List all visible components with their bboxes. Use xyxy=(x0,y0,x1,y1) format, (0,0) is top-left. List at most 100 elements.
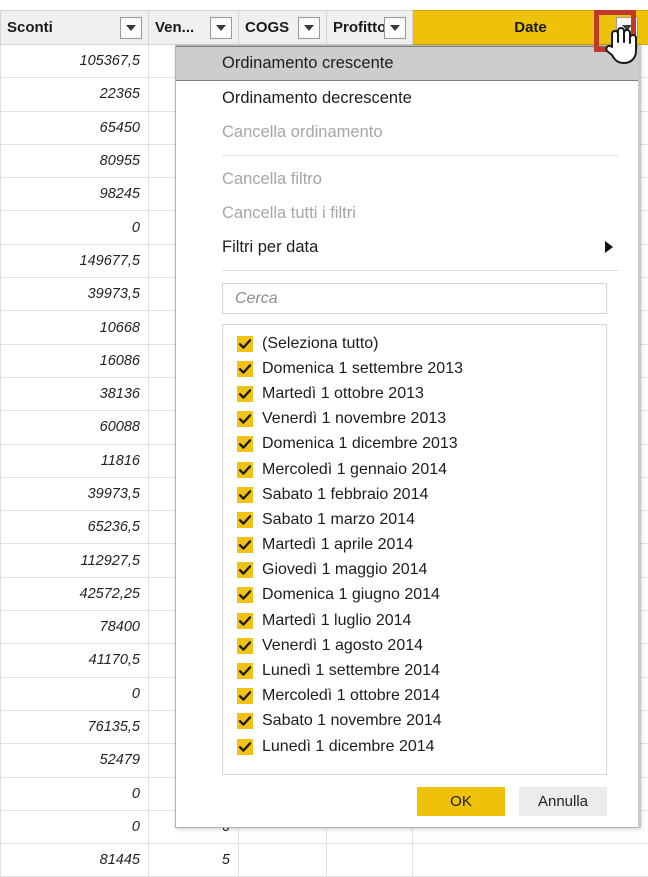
checkmark-icon xyxy=(238,488,252,502)
column-header-label: COGS xyxy=(245,19,289,36)
filter-dropdown-button-sconti[interactable] xyxy=(120,17,142,39)
table-cell-sconti: 149677,5 xyxy=(1,244,149,277)
list-item[interactable]: Domenica 1 dicembre 2013 xyxy=(223,432,606,457)
list-item[interactable]: Domenica 1 settembre 2013 xyxy=(223,356,606,381)
chevron-down-icon xyxy=(126,25,136,31)
checkmark-icon xyxy=(238,563,252,577)
table-cell-date xyxy=(413,844,648,877)
list-item-label: Lunedì 1 dicembre 2014 xyxy=(262,738,435,756)
list-item-label: Sabato 1 marzo 2014 xyxy=(262,511,415,529)
checkbox-checked[interactable] xyxy=(237,587,253,603)
menu-item-sort-ascending[interactable]: Ordinamento crescente xyxy=(176,46,639,81)
list-item-label: Martedì 1 luglio 2014 xyxy=(262,612,411,630)
list-item-label: Martedì 1 ottobre 2013 xyxy=(262,385,424,403)
checkbox-checked[interactable] xyxy=(237,613,253,629)
date-filter-dropdown-menu: Ordinamento crescente Ordinamento decres… xyxy=(175,45,640,828)
checkbox-checked[interactable] xyxy=(237,462,253,478)
table-cell-sconti: 65450 xyxy=(1,111,149,144)
table-cell-ven: 5 xyxy=(149,844,239,877)
table-cell-sconti: 0 xyxy=(1,211,149,244)
column-header-sconti[interactable]: Sconti xyxy=(1,11,149,45)
list-item[interactable]: Sabato 1 febbraio 2014 xyxy=(223,482,606,507)
table-cell-sconti: 10668 xyxy=(1,311,149,344)
checkbox-checked[interactable] xyxy=(237,663,253,679)
checkbox-checked[interactable] xyxy=(237,411,253,427)
checkbox-checked[interactable] xyxy=(237,361,253,377)
ok-button[interactable]: OK xyxy=(417,787,505,816)
list-item-label: Mercoledì 1 ottobre 2014 xyxy=(262,687,440,705)
dialog-button-bar: OK Annulla xyxy=(176,775,639,827)
table-cell-sconti: 98245 xyxy=(1,178,149,211)
table-cell-sconti: 39973,5 xyxy=(1,477,149,510)
checkbox-checked[interactable] xyxy=(237,386,253,402)
list-item[interactable]: Venerdì 1 novembre 2013 xyxy=(223,407,606,432)
column-header-label: Ven... xyxy=(155,19,194,36)
menu-item-label: Ordinamento crescente xyxy=(222,54,394,73)
filter-dropdown-button-cogs[interactable] xyxy=(298,17,320,39)
list-item-label: Martedì 1 aprile 2014 xyxy=(262,536,413,554)
list-item[interactable]: Domenica 1 giugno 2014 xyxy=(223,583,606,608)
checkmark-icon xyxy=(238,639,252,653)
checkbox-checked[interactable] xyxy=(237,688,253,704)
menu-divider-1 xyxy=(222,155,619,156)
column-header-profitto[interactable]: Profitto xyxy=(327,11,413,45)
table-header-row: Sconti Ven... xyxy=(1,11,648,45)
list-item[interactable]: Lunedì 1 settembre 2014 xyxy=(223,658,606,683)
ok-button-label: OK xyxy=(450,793,472,810)
menu-item-date-filters[interactable]: Filtri per data xyxy=(176,230,639,264)
menu-item-label: Cancella ordinamento xyxy=(222,123,383,142)
table-cell-sconti: 60088 xyxy=(1,411,149,444)
checkbox-checked[interactable] xyxy=(237,537,253,553)
checkmark-icon xyxy=(238,412,252,426)
table-cell-profitto xyxy=(327,844,413,877)
menu-item-clear-all-filters: Cancella tutti i filtri xyxy=(176,196,639,230)
table-cell-sconti: 39973,5 xyxy=(1,278,149,311)
list-item[interactable]: Lunedì 1 dicembre 2014 xyxy=(223,734,606,759)
list-item[interactable]: Venerdì 1 agosto 2014 xyxy=(223,633,606,658)
cancel-button[interactable]: Annulla xyxy=(519,787,607,816)
table-cell-sconti: 78400 xyxy=(1,611,149,644)
table-cell-sconti: 42572,25 xyxy=(1,577,149,610)
list-item[interactable]: Sabato 1 novembre 2014 xyxy=(223,709,606,734)
checkmark-icon xyxy=(238,387,252,401)
checkmark-icon xyxy=(238,689,252,703)
column-header-label: Sconti xyxy=(7,19,53,36)
list-item[interactable]: Martedì 1 luglio 2014 xyxy=(223,608,606,633)
checkbox-checked[interactable] xyxy=(237,487,253,503)
checkbox-checked[interactable] xyxy=(237,562,253,578)
filter-dropdown-button-vendite[interactable] xyxy=(210,17,232,39)
column-header-label: Date xyxy=(514,19,547,36)
search-input[interactable]: Cerca xyxy=(222,283,607,314)
menu-item-sort-descending[interactable]: Ordinamento decrescente xyxy=(176,81,639,115)
filter-dropdown-button-profitto[interactable] xyxy=(384,17,406,39)
cancel-button-label: Annulla xyxy=(538,793,588,810)
list-item[interactable]: Martedì 1 aprile 2014 xyxy=(223,533,606,558)
menu-item-clear-sort: Cancella ordinamento xyxy=(176,115,639,149)
search-area: Cerca xyxy=(176,277,639,322)
list-item[interactable]: Martedì 1 ottobre 2013 xyxy=(223,381,606,406)
checkmark-icon xyxy=(238,337,252,351)
list-item-label: Mercoledì 1 gennaio 2014 xyxy=(262,461,447,479)
checkmark-icon xyxy=(238,362,252,376)
menu-item-label: Ordinamento decrescente xyxy=(222,89,412,108)
menu-divider-2 xyxy=(222,270,619,271)
dropdown-scrollbar[interactable] xyxy=(638,45,641,828)
checkbox-checked[interactable] xyxy=(237,739,253,755)
checkbox-checked[interactable] xyxy=(237,512,253,528)
list-item[interactable]: Mercoledì 1 ottobre 2014 xyxy=(223,684,606,709)
checkbox-checked[interactable] xyxy=(237,638,253,654)
list-item[interactable]: Mercoledì 1 gennaio 2014 xyxy=(223,457,606,482)
checkbox-checked[interactable] xyxy=(237,336,253,352)
menu-item-label: Cancella tutti i filtri xyxy=(222,204,356,223)
list-item[interactable]: Giovedì 1 maggio 2014 xyxy=(223,558,606,583)
list-item[interactable]: (Seleziona tutto) xyxy=(223,331,606,356)
table-cell-sconti: 16086 xyxy=(1,344,149,377)
date-checkbox-list[interactable]: (Seleziona tutto)Domenica 1 settembre 20… xyxy=(222,324,607,775)
column-header-cogs[interactable]: COGS xyxy=(239,11,327,45)
checkbox-checked[interactable] xyxy=(237,713,253,729)
list-item[interactable]: Sabato 1 marzo 2014 xyxy=(223,507,606,532)
checkbox-checked[interactable] xyxy=(237,436,253,452)
table-row: 814455 xyxy=(1,844,648,877)
column-header-vendite[interactable]: Ven... xyxy=(149,11,239,45)
menu-item-clear-filter: Cancella filtro xyxy=(176,162,639,196)
